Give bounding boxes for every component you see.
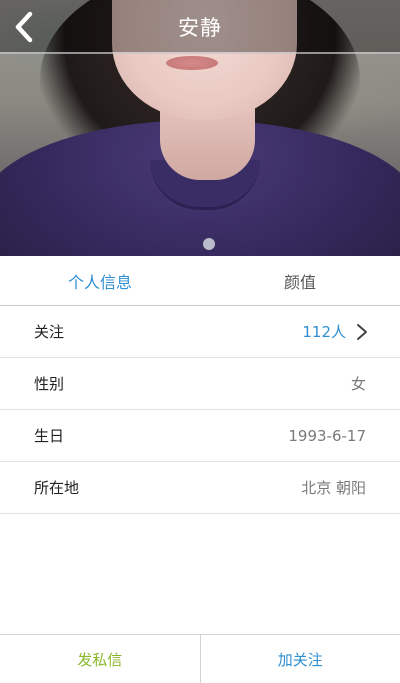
chevron-right-icon (356, 323, 368, 341)
birthday-value: 1993-6-17 (288, 426, 366, 445)
following-count: 112人 (302, 323, 346, 341)
send-message-button[interactable]: 发私信 (0, 635, 201, 683)
birthday-row: 生日 1993-6-17 (0, 410, 400, 462)
location-row: 所在地 北京 朝阳 (0, 462, 400, 514)
follow-button[interactable]: 加关注 (201, 635, 400, 683)
profile-tabs: 个人信息 颜值 (0, 256, 400, 306)
gender-label: 性别 (34, 375, 65, 393)
profile-info-list: 关注 112人 性别 女 生日 1993-6-17 所在地 北京 朝阳 (0, 306, 400, 514)
following-label: 关注 (34, 323, 65, 341)
cover-lips (166, 56, 218, 70)
gender-value: 女 (350, 375, 366, 393)
tab-appearance[interactable]: 颜值 (200, 256, 400, 305)
cover-shirt-button (203, 238, 215, 250)
gender-row: 性别 女 (0, 358, 400, 410)
location-label: 所在地 (34, 479, 80, 497)
birthday-label: 生日 (34, 427, 65, 445)
tab-personal-info[interactable]: 个人信息 (0, 256, 200, 305)
top-bar: 安静 (0, 0, 400, 54)
page-title: 安静 (178, 16, 222, 40)
location-value: 北京 朝阳 (301, 479, 366, 497)
bottom-action-bar: 发私信 加关注 (0, 634, 400, 683)
following-row[interactable]: 关注 112人 (0, 306, 400, 358)
